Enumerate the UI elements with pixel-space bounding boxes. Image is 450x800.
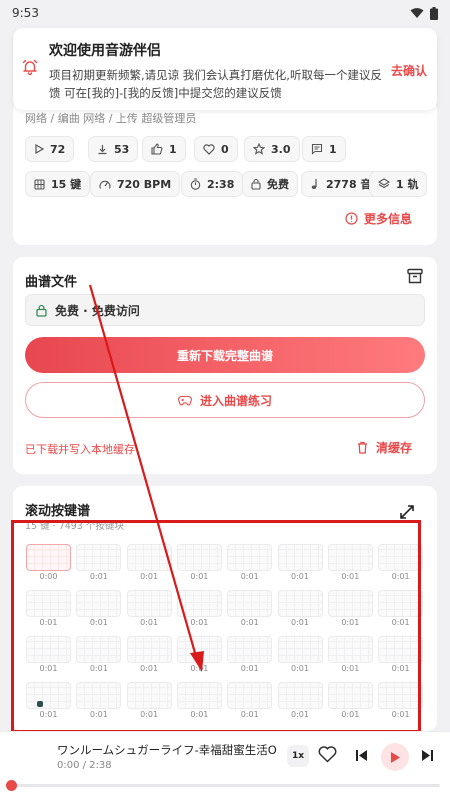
like-count: 1: [169, 142, 177, 156]
access-label: 免费 · 免费访问: [55, 303, 140, 318]
practice-button[interactable]: 进入曲谱练习: [25, 382, 425, 418]
key-count-chip: 15 键: [25, 171, 91, 197]
notice-confirm-button[interactable]: 去确认: [391, 62, 427, 79]
annotation-highlight-box: [11, 520, 421, 733]
star-icon: [253, 143, 265, 155]
battery-icon: [430, 6, 438, 20]
wifi-icon: [410, 8, 424, 18]
layers-icon: [378, 178, 390, 189]
status-icons: [410, 6, 438, 20]
rating-chip[interactable]: 3.0: [244, 136, 300, 162]
welcome-notice: 欢迎使用音游伴侣 项目初期更新频繁,请见谅 我们会认真打磨优化,听取每一个建议反…: [13, 28, 437, 110]
comment-count-chip[interactable]: 1: [302, 136, 346, 162]
note-icon: [311, 179, 317, 189]
play-count-chip[interactable]: 72: [25, 136, 75, 162]
comment-count: 1: [329, 142, 337, 156]
download-count: 53: [114, 142, 130, 156]
progress-track[interactable]: [6, 780, 440, 791]
like-count-chip[interactable]: 1: [142, 136, 186, 162]
speed-button[interactable]: 1x: [287, 745, 309, 767]
lock-icon: [36, 304, 47, 317]
progress-thumb[interactable]: [6, 780, 17, 791]
notice-body: 项目初期更新频繁,请见谅 我们会认真打磨优化,听取每一个建议反馈 可在[我的]-…: [49, 68, 382, 100]
clear-cache-button[interactable]: 清缓存: [357, 439, 412, 456]
favorite-heart-icon[interactable]: [318, 746, 337, 763]
archive-icon[interactable]: [406, 267, 424, 285]
access-status: 免费 · 免费访问: [25, 294, 425, 326]
bpm-value: 720 BPM: [117, 177, 172, 191]
track-title[interactable]: ワンルームシュガーライフ-幸福甜蜜生活OP: [57, 742, 277, 758]
alarm-bell-icon: [22, 59, 38, 76]
practice-label: 进入曲谱练习: [199, 393, 272, 408]
track-count: 1 轨: [396, 178, 419, 191]
more-info-label: 更多信息: [363, 212, 412, 226]
info-icon: [345, 212, 358, 225]
favorite-count-chip[interactable]: 0: [194, 136, 238, 162]
play-icon: [391, 751, 400, 763]
heart-icon: [203, 143, 215, 155]
download-icon: [98, 144, 107, 154]
price-value: 免费: [267, 178, 289, 191]
file-section-title: 曲谱文件: [25, 275, 78, 290]
keyboard-icon: [34, 178, 45, 190]
trash-icon: [357, 441, 367, 454]
clock: 9:53: [12, 6, 39, 20]
play-icon: [35, 144, 44, 154]
mini-player: ワンルームシュガーライフ-幸福甜蜜生活OP 0:00 / 2:38 1x: [0, 731, 450, 800]
play-button[interactable]: [381, 743, 409, 771]
score-meta: 网络 / 编曲 网络 / 上传 超级管理员: [25, 112, 197, 125]
redownload-button[interactable]: 重新下载完整曲谱: [25, 337, 425, 373]
timer-icon: [190, 178, 201, 190]
track-time: 0:00 / 2:38: [57, 760, 112, 771]
track-count-chip: 1 轨: [369, 171, 428, 197]
bpm-chip: 720 BPM: [90, 171, 181, 197]
note-count: 2778 音: [326, 178, 372, 191]
download-count-chip[interactable]: 53: [88, 136, 139, 162]
cache-status: 已下载并写入本地缓存: [25, 443, 135, 456]
clear-cache-label: 清缓存: [375, 441, 412, 455]
gamepad-icon: [178, 395, 192, 405]
favorite-count: 0: [221, 142, 229, 156]
key-count: 15 键: [51, 178, 82, 191]
next-icon[interactable]: [421, 749, 434, 762]
play-count: 72: [50, 142, 66, 156]
status-bar: 9:53: [0, 0, 450, 26]
price-chip: 免费: [242, 171, 298, 197]
comment-icon: [311, 143, 323, 155]
duration-value: 2:38: [207, 177, 235, 191]
score-info-card: 网络 / 编曲 网络 / 上传 超级管理员 72 53 1 0 3.0 1 15…: [13, 100, 437, 245]
thumbs-up-icon: [151, 143, 163, 155]
score-file-card: 曲谱文件 免费 · 免费访问 重新下载完整曲谱 进入曲谱练习 已下载并写入本地缓…: [13, 257, 437, 474]
tempo-icon: [99, 180, 111, 189]
previous-icon[interactable]: [355, 749, 368, 762]
lock-icon: [251, 178, 261, 190]
duration-chip: 2:38: [181, 171, 244, 197]
more-info-link[interactable]: 更多信息: [345, 210, 412, 227]
rating-value: 3.0: [271, 142, 291, 156]
rolling-keys-title: 滚动按键谱: [25, 504, 91, 519]
fullscreen-icon[interactable]: [399, 504, 415, 520]
notice-title: 欢迎使用音游伴侣: [49, 43, 161, 59]
